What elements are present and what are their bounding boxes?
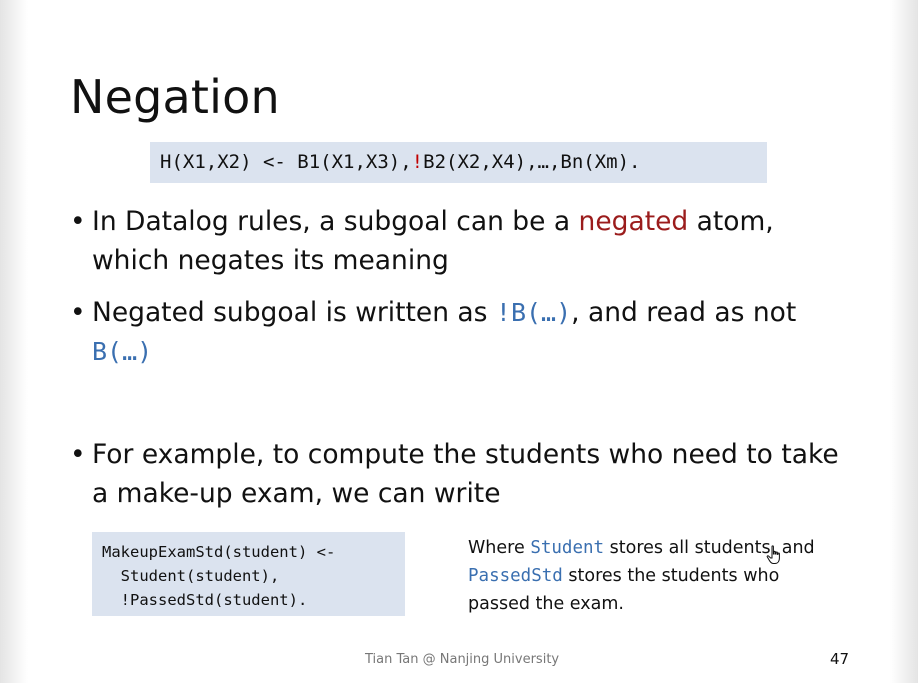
bullet-text: For example, to compute the students who… — [92, 439, 839, 509]
negated-keyword: negated — [578, 206, 689, 237]
atom-syntax-code: B(…) — [92, 337, 153, 366]
bullet-text-part: , and read as not — [571, 297, 797, 328]
formula-negation-mark: ! — [411, 151, 424, 173]
bullet-text: In Datalog rules, a subgoal can be a neg… — [92, 202, 840, 280]
rule-formula: H(X1,X2) <- B1(X1,X3),!B2(X2,X4),…,Bn(Xm… — [160, 151, 640, 173]
bullet-negated-atom: • In Datalog rules, a subgoal can be a n… — [70, 202, 840, 280]
example-code: MakeupExamStd(student) <- Student(studen… — [102, 540, 335, 612]
slide-title: Negation — [70, 70, 280, 124]
relation-passedstd: PassedStd — [468, 566, 563, 586]
relation-student: Student — [530, 538, 605, 558]
slide: Negation H(X1,X2) <- B1(X1,X3),!B2(X2,X4… — [0, 0, 918, 683]
formula-head: H(X1,X2) <- B1(X1,X3), — [160, 151, 412, 173]
note-text: Where — [468, 538, 531, 558]
rule-formula-box: H(X1,X2) <- B1(X1,X3),!B2(X2,X4),…,Bn(Xm… — [150, 142, 767, 183]
code-line: MakeupExamStd(student) <- — [102, 543, 336, 561]
page-number: 47 — [830, 650, 850, 668]
bullet-text-part: Negated subgoal is written as — [92, 297, 496, 328]
hand-pointer-icon — [766, 545, 780, 564]
formula-tail: B2(X2,X4),…,Bn(Xm). — [423, 151, 641, 173]
example-code-box: MakeupExamStd(student) <- Student(studen… — [92, 532, 405, 616]
bullet-dot: • — [70, 297, 86, 328]
slide-footer: Tian Tan @ Nanjing University — [365, 652, 560, 667]
code-line: !PassedStd(student). — [102, 591, 308, 609]
bullet-text-part: In Datalog rules, a subgoal can be a — [92, 206, 579, 237]
negated-syntax-code: !B(…) — [495, 298, 572, 327]
bullet-text: Negated subgoal is written as !B(…), and… — [92, 293, 840, 371]
code-line: Student(student), — [102, 567, 280, 585]
bullet-dot: • — [70, 206, 86, 237]
bullet-negated-syntax: • Negated subgoal is written as !B(…), a… — [70, 293, 840, 371]
bullet-dot: • — [70, 439, 86, 470]
bullet-example: • For example, to compute the students w… — [70, 435, 840, 513]
